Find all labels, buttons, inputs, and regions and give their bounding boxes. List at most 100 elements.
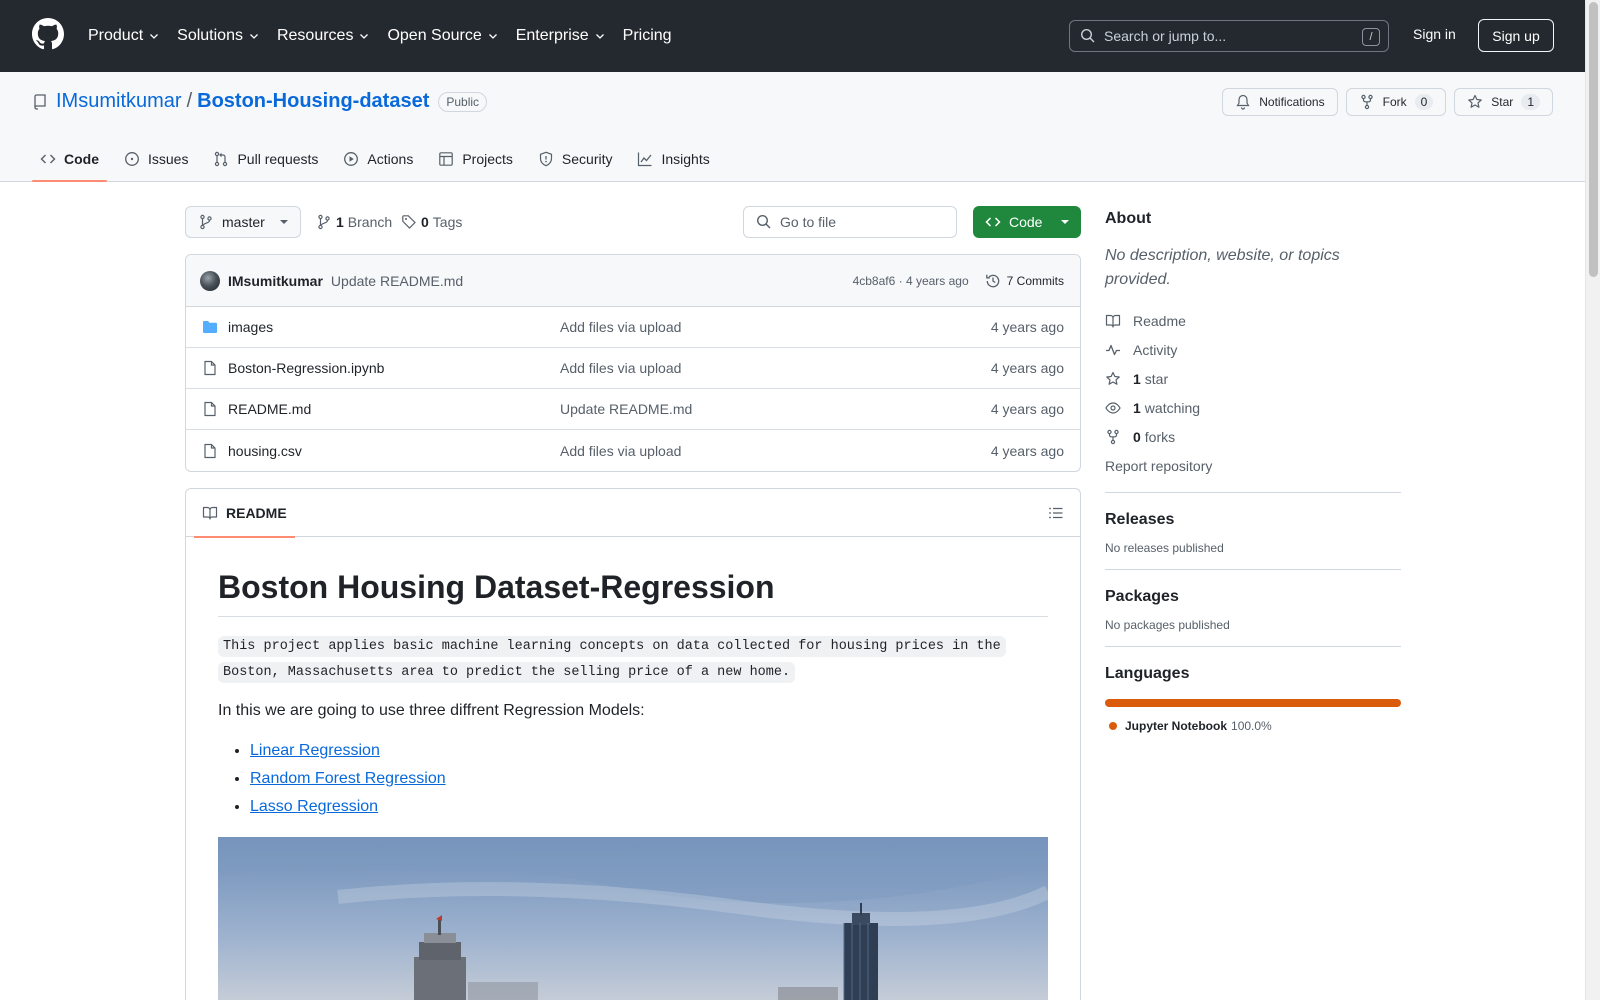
tab-security[interactable]: Security (530, 136, 621, 182)
list-item: Lasso Regression (250, 793, 1048, 821)
repo-name-link[interactable]: Boston-Housing-dataset (197, 90, 429, 113)
tab-projects[interactable]: Projects (430, 136, 521, 182)
avatar[interactable] (200, 270, 220, 291)
watchers-link[interactable]: 1 watching (1105, 393, 1401, 422)
repo-path-separator: / (186, 90, 193, 112)
report-repository-link[interactable]: Report repository (1105, 451, 1401, 480)
pull-request-icon (215, 151, 228, 167)
file-commit-message[interactable]: Add files via upload (560, 319, 681, 335)
nav-product[interactable]: Product (88, 27, 160, 45)
sign-in-link[interactable]: Sign in (1413, 26, 1456, 42)
tab-issues[interactable]: Issues (116, 136, 196, 182)
readme-body: Boston Housing Dataset-Regression This p… (186, 537, 1080, 1000)
file-icon (204, 360, 216, 376)
tab-insights[interactable]: Insights (629, 136, 717, 182)
global-header: Product Solutions Resources Open Source … (0, 0, 1585, 72)
nav-open-source[interactable]: Open Source (387, 27, 498, 45)
table-row: housing.csv Add files via upload 4 years… (186, 430, 1080, 471)
github-logo-icon[interactable] (32, 18, 64, 50)
model-link-lasso[interactable]: Lasso Regression (250, 798, 378, 815)
file-name-link[interactable]: housing.csv (228, 443, 560, 459)
file-name-link[interactable]: Boston-Regression.ipynb (228, 360, 560, 376)
commit-message-link[interactable]: Update README.md (331, 273, 463, 289)
sign-up-button[interactable]: Sign up (1478, 19, 1554, 52)
file-age: 4 years ago (990, 319, 1064, 335)
repo-owner-link[interactable]: IMsumitkumar (56, 90, 182, 113)
fork-count: 0 (1414, 94, 1434, 110)
file-age: 4 years ago (990, 442, 1064, 459)
activity-link[interactable]: Activity (1105, 335, 1401, 364)
file-toolbar: master 1 Branch 0 Tags Go to file Code (185, 206, 1081, 238)
fork-icon (1360, 94, 1373, 110)
file-name-link[interactable]: images (228, 319, 560, 335)
global-search-input[interactable]: Search or jump to... / (1069, 20, 1389, 52)
main-column: master 1 Branch 0 Tags Go to file Code I… (185, 206, 1081, 472)
readme-tab[interactable]: README (194, 489, 295, 538)
readme-panel: README Boston Housing Dataset-Regression… (185, 488, 1081, 1000)
fork-icon (1107, 429, 1119, 444)
branch-selector-button[interactable]: master (185, 206, 301, 238)
nav-solutions[interactable]: Solutions (177, 27, 260, 45)
tab-pull-requests[interactable]: Pull requests (205, 136, 326, 182)
repo-header: IMsumitkumar / Boston-Housing-dataset Pu… (0, 72, 1585, 182)
model-link-random-forest[interactable]: Random Forest Regression (250, 770, 446, 787)
code-download-button[interactable]: Code (973, 206, 1081, 238)
file-commit-message[interactable]: Update README.md (560, 401, 692, 417)
chevron-down-icon (595, 34, 604, 39)
search-shortcut-key: / (1362, 28, 1380, 46)
commit-author-link[interactable]: IMsumitkumar (228, 273, 323, 289)
shield-icon (539, 151, 553, 167)
tags-link[interactable]: 0 Tags (401, 206, 462, 238)
branches-link[interactable]: 1 Branch (316, 206, 392, 238)
repo-sidebar: About No description, website, or topics… (1105, 210, 1401, 733)
fork-button[interactable]: Fork 0 (1345, 88, 1447, 116)
nav-resources[interactable]: Resources (277, 27, 370, 45)
boston-skyline-image (218, 837, 1052, 1000)
chevron-down-icon (360, 34, 369, 39)
search-icon (756, 214, 771, 229)
file-commit-message[interactable]: Add files via upload (560, 443, 681, 459)
file-commit-message[interactable]: Add files via upload (560, 360, 681, 376)
table-of-contents-icon[interactable] (1048, 505, 1064, 521)
commit-hash-link[interactable]: 4cb8af6 · 4 years ago (853, 274, 969, 288)
model-link-linear[interactable]: Linear Regression (250, 742, 380, 759)
issue-icon (125, 152, 139, 166)
packages-empty-text: No packages published (1105, 618, 1230, 632)
packages-heading[interactable]: Packages (1105, 588, 1401, 606)
tab-actions[interactable]: Actions (335, 136, 421, 182)
notifications-button[interactable]: Notifications (1222, 88, 1338, 116)
repo-title: IMsumitkumar / Boston-Housing-dataset Pu… (32, 90, 488, 113)
table-row: README.md Update README.md 4 years ago (186, 389, 1080, 430)
stars-link[interactable]: 1 star (1105, 364, 1401, 393)
nav-pricing[interactable]: Pricing (623, 27, 672, 45)
readme-link[interactable]: Readme (1105, 306, 1401, 335)
language-name: Jupyter Notebook (1125, 719, 1228, 733)
language-item[interactable]: Jupyter Notebook 100.0% (1105, 719, 1401, 733)
folder-icon (203, 321, 217, 333)
tab-code[interactable]: Code (32, 136, 107, 182)
file-age: 4 years ago (990, 401, 1064, 417)
eye-icon (1105, 401, 1121, 414)
page-scrollbar[interactable] (1585, 0, 1600, 1000)
file-name-link[interactable]: README.md (228, 401, 560, 417)
language-color-dot (1109, 722, 1117, 730)
top-nav: Product Solutions Resources Open Source … (88, 0, 689, 72)
inline-code-line: Boston, Massachusetts area to predict th… (218, 662, 796, 683)
forks-link[interactable]: 0 forks (1105, 422, 1401, 451)
language-percent: 100.0% (1231, 719, 1272, 733)
caret-down-icon (280, 220, 288, 224)
releases-heading[interactable]: Releases (1105, 511, 1401, 529)
repo-actions: Notifications Fork 0 Star 1 (1222, 88, 1553, 116)
code-icon (40, 154, 56, 164)
chevron-down-icon (150, 34, 159, 39)
languages-section: Languages Jupyter Notebook 100.0% (1105, 646, 1401, 733)
models-list: Linear Regression Random Forest Regressi… (250, 737, 1048, 821)
file-icon (204, 443, 216, 458)
scrollbar-thumb[interactable] (1589, 2, 1598, 277)
search-placeholder: Search or jump to... (1104, 28, 1227, 44)
go-to-file-input[interactable]: Go to file (743, 206, 957, 238)
languages-heading: Languages (1105, 665, 1190, 682)
nav-enterprise[interactable]: Enterprise (516, 27, 606, 45)
commits-history-link[interactable]: 7 Commits (985, 273, 1064, 289)
star-button[interactable]: Star 1 (1454, 88, 1553, 116)
